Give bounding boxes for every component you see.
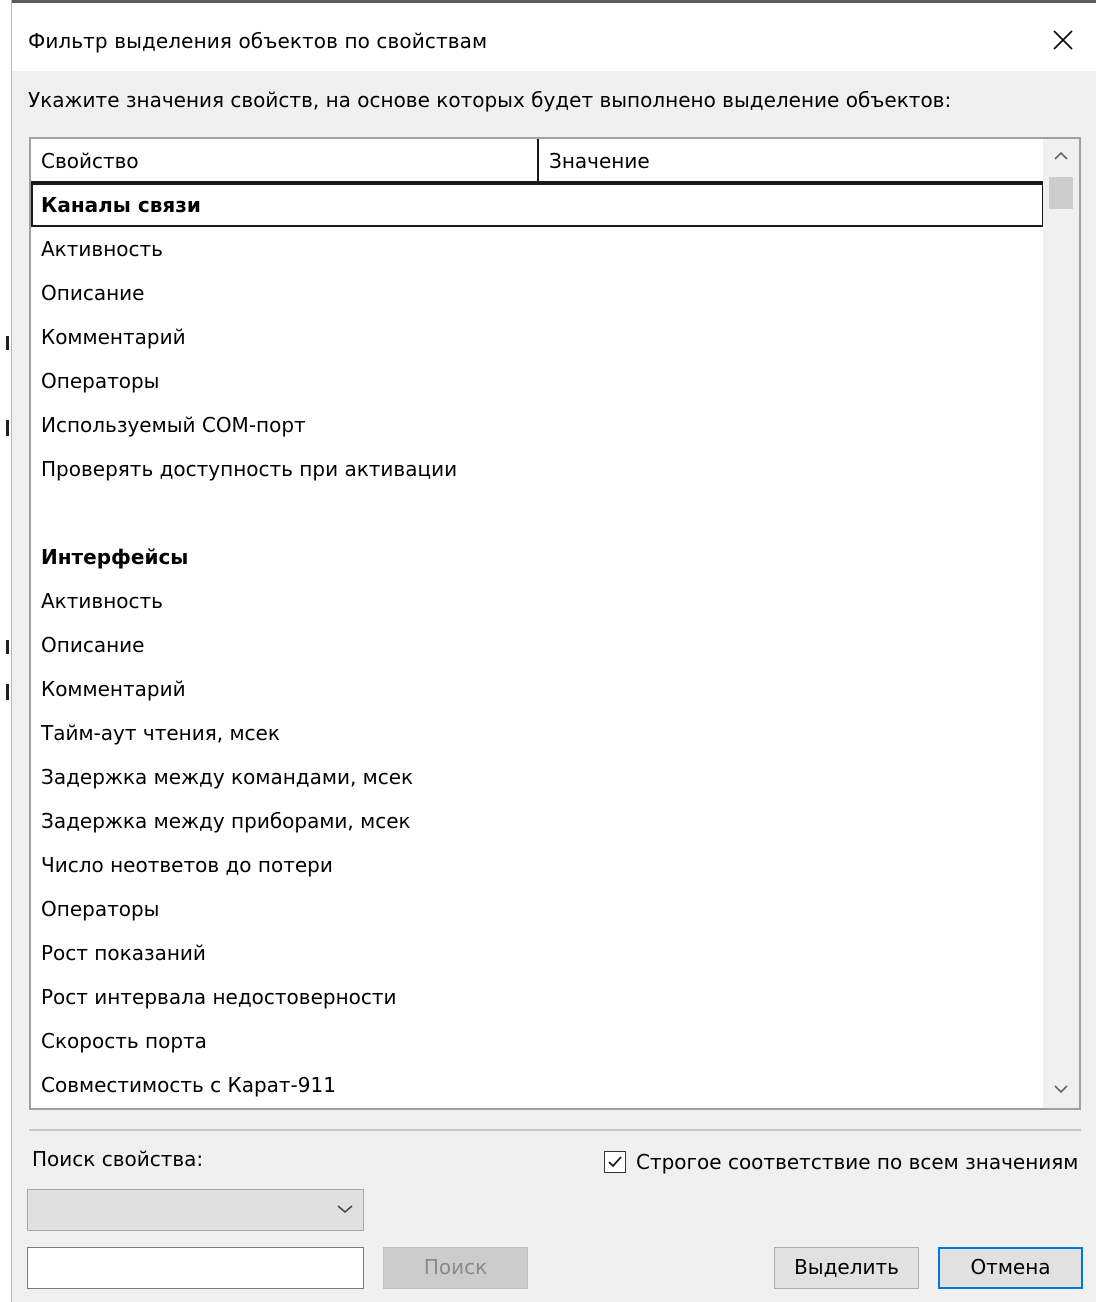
scroll-down-button[interactable] bbox=[1043, 1072, 1079, 1108]
grid-row[interactable]: Комментарий bbox=[31, 667, 1044, 711]
check-icon bbox=[608, 1156, 622, 1168]
scroll-up-button[interactable] bbox=[1043, 139, 1079, 175]
grid-row[interactable]: Активность bbox=[31, 579, 1044, 623]
background-mark bbox=[6, 336, 9, 350]
row-label: Комментарий bbox=[41, 677, 186, 701]
chevron-up-icon bbox=[1054, 151, 1068, 160]
window-title: Фильтр выделения объектов по свойствам bbox=[28, 29, 488, 53]
separator bbox=[29, 1129, 1081, 1131]
grid-row[interactable]: Операторы bbox=[31, 359, 1044, 403]
column-header-property[interactable]: Свойство bbox=[31, 139, 539, 181]
strict-match-label: Строгое соответствие по всем значениям bbox=[636, 1150, 1079, 1174]
grid-header: Свойство Значение bbox=[31, 139, 1044, 183]
strict-match-checkbox[interactable] bbox=[604, 1151, 626, 1173]
grid-row[interactable]: Тайм-аут чтения, мсек bbox=[31, 711, 1044, 755]
row-label: Задержка между приборами, мсек bbox=[41, 809, 411, 833]
vertical-scrollbar[interactable] bbox=[1043, 139, 1079, 1108]
grid-row[interactable]: Проверять доступность при активации bbox=[31, 447, 1044, 491]
row-label: Тайм-аут чтения, мсек bbox=[41, 721, 280, 745]
row-label: Описание bbox=[41, 633, 145, 657]
scroll-thumb[interactable] bbox=[1049, 177, 1073, 209]
title-bar: Фильтр выделения объектов по свойствам bbox=[12, 3, 1096, 71]
row-label: Комментарий bbox=[41, 325, 186, 349]
grid-row[interactable]: Описание bbox=[31, 623, 1044, 667]
search-input[interactable] bbox=[27, 1247, 364, 1289]
property-grid[interactable]: Свойство Значение Каналы связи Активность… bbox=[29, 137, 1081, 1110]
background-mark bbox=[6, 640, 9, 654]
grid-group-row[interactable]: Интерфейсы bbox=[31, 535, 1044, 579]
row-label: Скорость порта bbox=[41, 1029, 207, 1053]
grid-row[interactable]: Операторы bbox=[31, 887, 1044, 931]
chevron-down-icon bbox=[337, 1205, 353, 1214]
property-search-combo[interactable] bbox=[27, 1189, 364, 1231]
row-label: Описание bbox=[41, 281, 145, 305]
select-button[interactable]: Выделить bbox=[774, 1247, 919, 1289]
column-header-value[interactable]: Значение bbox=[539, 139, 1044, 181]
grid-blank-row bbox=[31, 491, 1044, 535]
row-label: Интерфейсы bbox=[41, 545, 189, 569]
grid-row[interactable]: Используемый COM-порт bbox=[31, 403, 1044, 447]
row-label: Задержка между командами, мсек bbox=[41, 765, 414, 789]
grid-row[interactable]: Описание bbox=[31, 271, 1044, 315]
row-label: Используемый COM-порт bbox=[41, 413, 306, 437]
row-label: Рост показаний bbox=[41, 941, 206, 965]
row-label: Рост интервала недостоверности bbox=[41, 985, 397, 1009]
row-label: Совместимость с Карат-911 bbox=[41, 1073, 336, 1097]
grid-row[interactable]: Комментарий bbox=[31, 315, 1044, 359]
search-button[interactable]: Поиск bbox=[383, 1247, 528, 1289]
row-label: Операторы bbox=[41, 897, 160, 921]
search-property-label: Поиск свойства: bbox=[32, 1147, 204, 1171]
grid-group-row[interactable]: Каналы связи bbox=[31, 183, 1044, 227]
row-label: Число неответов до потери bbox=[41, 853, 333, 877]
cancel-button[interactable]: Отмена bbox=[938, 1247, 1083, 1289]
background-window-edge bbox=[0, 0, 12, 1302]
background-mark bbox=[6, 684, 9, 700]
grid-row[interactable]: Скорость порта bbox=[31, 1019, 1044, 1063]
close-button[interactable] bbox=[1032, 3, 1096, 71]
grid-row[interactable]: Активность bbox=[31, 227, 1044, 271]
row-label: Активность bbox=[41, 589, 163, 613]
row-label: Каналы связи bbox=[41, 193, 201, 217]
row-label: Проверять доступность при активации bbox=[41, 457, 458, 481]
row-label: Операторы bbox=[41, 369, 160, 393]
grid-row[interactable]: Задержка между приборами, мсек bbox=[31, 799, 1044, 843]
grid-row[interactable]: Задержка между командами, мсек bbox=[31, 755, 1044, 799]
grid-row[interactable]: Рост интервала недостоверности bbox=[31, 975, 1044, 1019]
instruction-text: Укажите значения свойств, на основе кото… bbox=[28, 88, 952, 112]
strict-match-option[interactable]: Строгое соответствие по всем значениям bbox=[604, 1150, 1078, 1174]
grid-row[interactable]: Число неответов до потери bbox=[31, 843, 1044, 887]
background-mark bbox=[6, 420, 9, 436]
row-label: Активность bbox=[41, 237, 163, 261]
close-icon bbox=[1053, 30, 1073, 50]
grid-row[interactable]: Рост показаний bbox=[31, 931, 1044, 975]
chevron-down-icon bbox=[1054, 1085, 1068, 1094]
grid-row[interactable]: Совместимость с Карат-911 bbox=[31, 1063, 1044, 1107]
